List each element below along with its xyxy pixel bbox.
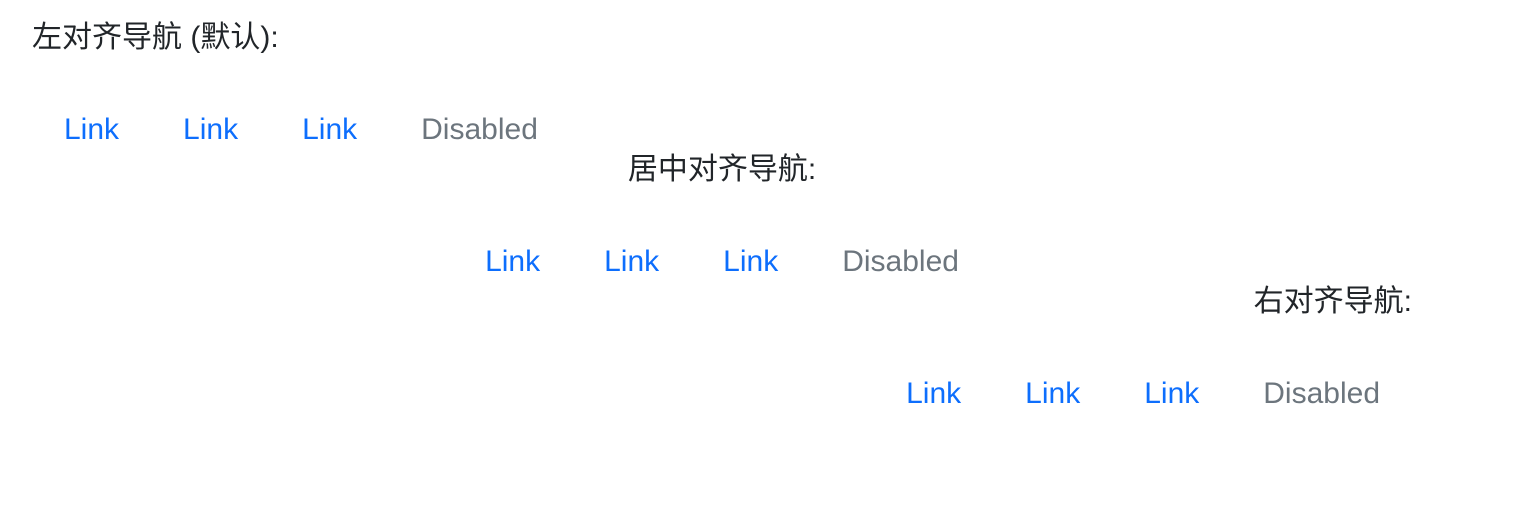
nav-item: Link	[270, 110, 389, 150]
center-aligned-nav: Link Link Link Disabled	[32, 242, 1412, 282]
nav-link-disabled: Disabled	[842, 245, 959, 278]
page-container: 左对齐导航 (默认): Link Link Link Disabled 居中对齐…	[32, 0, 1412, 414]
nav-item: Link	[453, 242, 572, 282]
nav-link[interactable]: Link	[572, 242, 691, 282]
nav-link[interactable]: Link	[270, 110, 389, 150]
nav-link[interactable]: Link	[32, 110, 151, 150]
nav-link[interactable]: Link	[1112, 374, 1231, 414]
nav-link[interactable]: Link	[993, 374, 1112, 414]
right-nav-heading: 右对齐导航:	[1253, 285, 1412, 318]
nav-item: Disabled	[810, 242, 991, 282]
nav-item: Link	[151, 110, 270, 150]
center-nav-heading: 居中对齐导航:	[627, 153, 817, 186]
nav-item: Link	[874, 374, 993, 414]
nav-link[interactable]: Link	[691, 242, 810, 282]
nav-item: Disabled	[1231, 374, 1412, 414]
nav-link[interactable]: Link	[151, 110, 270, 150]
nav-item: Link	[572, 242, 691, 282]
nav-item: Disabled	[389, 110, 570, 150]
nav-link[interactable]: Link	[874, 374, 993, 414]
nav-link[interactable]: Link	[453, 242, 572, 282]
right-aligned-nav: Link Link Link Disabled	[32, 374, 1412, 414]
nav-item: Link	[691, 242, 810, 282]
nav-link-disabled: Disabled	[421, 113, 538, 146]
left-nav-heading: 左对齐导航 (默认):	[32, 21, 279, 54]
nav-item: Link	[32, 110, 151, 150]
nav-item: Link	[1112, 374, 1231, 414]
left-aligned-nav: Link Link Link Disabled	[32, 110, 1412, 150]
nav-item: Link	[993, 374, 1112, 414]
nav-link-disabled: Disabled	[1263, 377, 1380, 410]
